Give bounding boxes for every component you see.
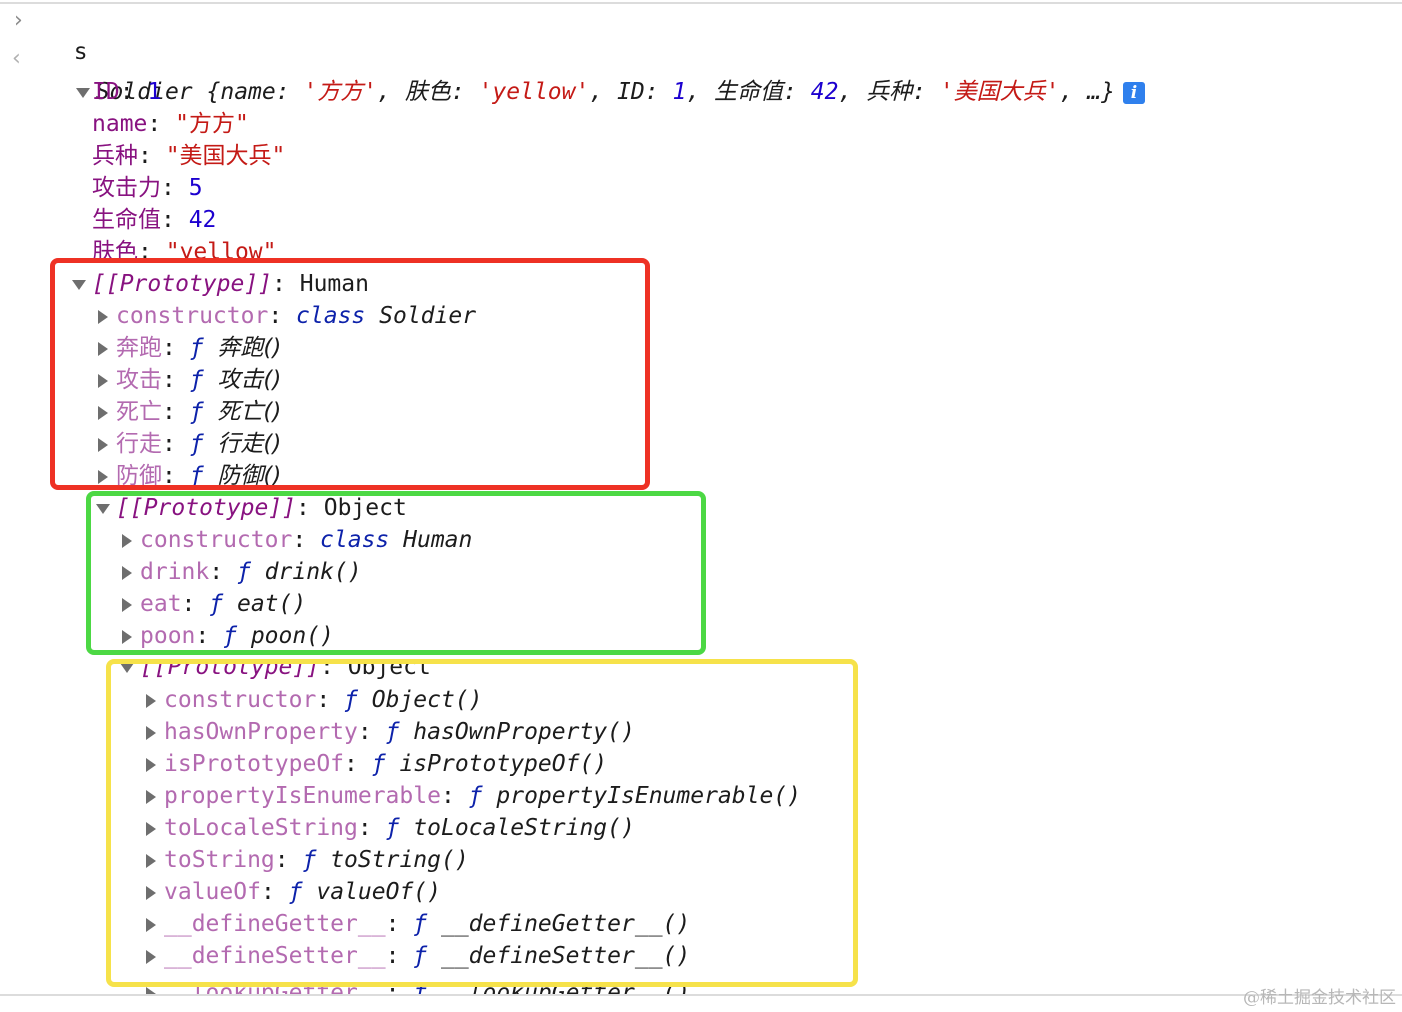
property-value: 5 bbox=[188, 175, 203, 201]
green-highlight-box bbox=[86, 491, 706, 655]
red-highlight-box bbox=[50, 258, 650, 490]
summary-key: 肤色 bbox=[404, 79, 451, 105]
property-key: 攻击力 bbox=[92, 175, 161, 201]
property-key: name bbox=[92, 111, 148, 137]
yellow-highlight-box bbox=[106, 659, 858, 987]
result-arrow-icon: ‹ bbox=[12, 46, 21, 71]
info-icon[interactable]: i bbox=[1122, 81, 1145, 104]
expand-triangle-icon[interactable] bbox=[75, 87, 90, 98]
property-row: 兵种: "美国大兵" bbox=[92, 143, 286, 169]
summary-value: 1 bbox=[672, 79, 687, 105]
object-summary-row[interactable]: Soldier {name: '方方', 肤色: 'yellow', ID: 1… bbox=[48, 44, 1145, 105]
summary-key: ID bbox=[617, 79, 645, 105]
property-row: name: "方方" bbox=[92, 111, 249, 137]
summary-open-brace: { bbox=[206, 79, 221, 105]
summary-value: 'yellow' bbox=[478, 79, 590, 105]
property-key: 兵种 bbox=[92, 143, 138, 169]
property-key: 肤色 bbox=[92, 239, 138, 260]
property-row: 肤色: "yellow" bbox=[92, 236, 276, 260]
property-value: "方方" bbox=[175, 111, 249, 137]
summary-key: name bbox=[220, 79, 276, 105]
prompt-chevron-icon: › bbox=[14, 8, 23, 33]
property-value: 42 bbox=[188, 207, 217, 233]
summary-close-brace: …} bbox=[1087, 79, 1115, 105]
summary-value: '美国大兵' bbox=[939, 79, 1060, 105]
collapse-triangle-icon[interactable] bbox=[146, 986, 156, 994]
summary-value: 42 bbox=[810, 79, 839, 105]
summary-key: 生命值 bbox=[714, 79, 784, 105]
property-value: "美国大兵" bbox=[165, 143, 286, 169]
property-row: 生命值: 42 bbox=[92, 207, 217, 233]
property-key: 生命值 bbox=[92, 207, 161, 233]
console-input-line[interactable]: s bbox=[46, 4, 88, 65]
summary-value: '方方' bbox=[303, 79, 378, 105]
summary-key: 兵种 bbox=[866, 79, 913, 105]
property-value: "yellow" bbox=[165, 239, 277, 260]
console-bottom-divider bbox=[0, 994, 1402, 996]
console-top-divider bbox=[0, 2, 1402, 4]
property-key: ID bbox=[92, 79, 120, 105]
property-row: 攻击力: 5 bbox=[92, 175, 203, 201]
property-value: 1 bbox=[147, 79, 162, 105]
watermark: @稀土掘金技术社区 bbox=[1243, 988, 1396, 1008]
property-row: ID: 1 bbox=[92, 79, 162, 105]
